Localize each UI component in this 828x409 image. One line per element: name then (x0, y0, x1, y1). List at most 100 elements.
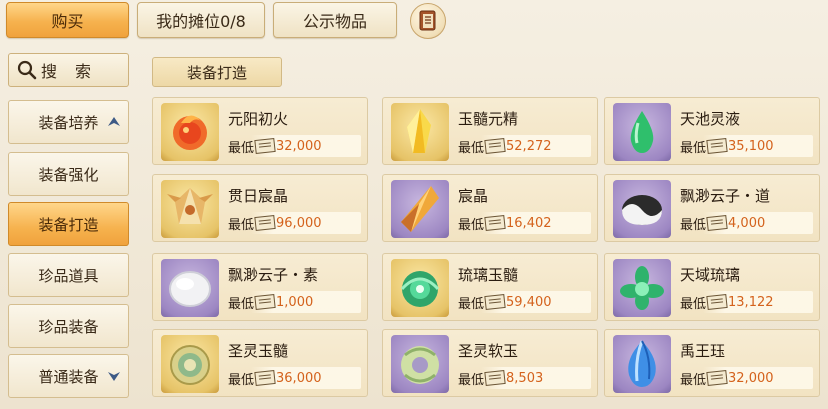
item-icon-frame[interactable] (161, 335, 219, 393)
price-row: 最低 13,122 (680, 292, 812, 312)
item-price: 32,000 (276, 138, 322, 154)
sidebar-category-item[interactable]: 普通装备 (8, 354, 129, 398)
fire-orb-icon (161, 103, 219, 161)
item-icon-frame[interactable] (161, 259, 219, 317)
ledger-icon (419, 10, 436, 31)
search-icon (17, 60, 37, 80)
chevron-up-icon[interactable] (106, 114, 122, 130)
item-icon-frame[interactable] (391, 335, 449, 393)
top-tab-bar: 购买 我的摊位0/8 公示物品 (0, 0, 828, 42)
silver-note-icon (484, 137, 506, 155)
item-icon-frame[interactable] (391, 103, 449, 161)
price-row: 最低 35,100 (680, 136, 812, 156)
item-name: 圣灵软玉 (458, 342, 519, 360)
section-title-tab[interactable]: 装备打造 (152, 57, 282, 87)
item-icon-frame[interactable] (391, 180, 449, 238)
silver-note-icon (484, 214, 506, 232)
price-row: 最低 96,000 (228, 213, 360, 233)
item-price: 35,100 (728, 138, 774, 154)
price-row: 最低 52,272 (458, 136, 590, 156)
item-price: 52,272 (506, 138, 552, 154)
item-card[interactable]: 飘渺云子・道 最低 4,000 (604, 174, 820, 242)
price-row: 最低 4,000 (680, 213, 812, 233)
silver-note-icon (254, 137, 276, 155)
item-name: 圣灵玉髓 (228, 342, 289, 360)
price-row: 最低 8,503 (458, 368, 590, 388)
item-card[interactable]: 禹王珏最低 32,000 (604, 329, 820, 397)
silver-note-icon (254, 214, 276, 232)
sidebar-category-item[interactable]: 装备打造 (8, 202, 129, 246)
item-name: 禹王珏 (680, 342, 726, 360)
price-prefix: 最低 (680, 372, 707, 388)
item-icon-frame[interactable] (161, 180, 219, 238)
price-prefix: 最低 (458, 296, 485, 312)
item-price: 59,400 (506, 294, 552, 310)
silver-note-icon (254, 293, 276, 311)
ledger-button[interactable] (410, 3, 446, 39)
sidebar-category-label: 普通装备 (38, 367, 99, 386)
green-droplet-icon (613, 103, 671, 161)
search-button[interactable]: 搜索 (8, 53, 129, 87)
silver-note-icon (706, 293, 728, 311)
jade-disc-icon (391, 335, 449, 393)
item-name: 贯日宸晶 (228, 187, 289, 205)
sidebar-category-item[interactable]: 珍品道具 (8, 253, 129, 297)
item-card[interactable]: 琉璃玉髓最低 59,400 (382, 253, 598, 321)
tab-buy[interactable]: 购买 (6, 2, 129, 38)
price-row: 最低 36,000 (228, 368, 360, 388)
yinyang-stone-icon (613, 180, 671, 238)
sidebar-category-item[interactable]: 珍品装备 (8, 304, 129, 348)
blue-gem-icon (613, 335, 671, 393)
item-card[interactable]: 贯日宸晶最低 96,000 (152, 174, 368, 242)
jade-ring-icon (161, 335, 219, 393)
sidebar-category-label: 珍品道具 (38, 266, 99, 285)
price-prefix: 最低 (680, 296, 707, 312)
price-row: 最低 16,402 (458, 213, 590, 233)
item-price: 16,402 (506, 215, 552, 231)
item-card[interactable]: 圣灵玉髓最低 36,000 (152, 329, 368, 397)
item-card[interactable]: 天域琉璃最低 13,122 (604, 253, 820, 321)
item-name: 飘渺云子・素 (228, 266, 319, 284)
white-stone-icon (161, 259, 219, 317)
item-price: 8,503 (506, 370, 544, 386)
price-row: 最低 32,000 (228, 136, 360, 156)
item-icon-frame[interactable] (613, 103, 671, 161)
item-icon-frame[interactable] (613, 259, 671, 317)
sidebar-category-label: 装备强化 (38, 165, 99, 184)
item-name: 琉璃玉髓 (458, 266, 519, 284)
jade-flower-icon (613, 259, 671, 317)
silver-note-icon (706, 214, 728, 232)
item-price: 32,000 (728, 370, 774, 386)
sidebar-category-label: 装备培养 (38, 113, 99, 132)
price-prefix: 最低 (458, 217, 485, 233)
item-price: 36,000 (276, 370, 322, 386)
price-prefix: 最低 (680, 140, 707, 156)
item-card[interactable]: 宸晶最低 16,402 (382, 174, 598, 242)
item-icon-frame[interactable] (613, 180, 671, 238)
sidebar-category-item[interactable]: 装备强化 (8, 152, 129, 196)
silver-note-icon (484, 293, 506, 311)
silver-note-icon (484, 369, 506, 387)
chevron-down-icon[interactable] (106, 368, 122, 384)
item-name: 宸晶 (458, 187, 489, 205)
tab-public-items[interactable]: 公示物品 (273, 2, 397, 38)
item-card[interactable]: 圣灵软玉最低 8,503 (382, 329, 598, 397)
item-card[interactable]: 天池灵液 最低 35,100 (604, 97, 820, 165)
price-row: 最低 1,000 (228, 292, 360, 312)
item-icon-frame[interactable] (161, 103, 219, 161)
item-icon-frame[interactable] (613, 335, 671, 393)
item-price: 1,000 (276, 294, 314, 310)
price-prefix: 最低 (458, 140, 485, 156)
price-prefix: 最低 (228, 372, 255, 388)
jade-lotus-icon (391, 259, 449, 317)
item-name: 天域琉璃 (680, 266, 741, 284)
item-name: 元阳初火 (228, 110, 289, 128)
tab-my-stall[interactable]: 我的摊位0/8 (137, 2, 265, 38)
item-card[interactable]: 元阳初火最低 32,000 (152, 97, 368, 165)
silver-note-icon (254, 369, 276, 387)
sidebar-category-item[interactable]: 装备培养 (8, 100, 129, 144)
item-card[interactable]: 飘渺云子・素最低 1,000 (152, 253, 368, 321)
sidebar-category-label: 装备打造 (38, 215, 99, 234)
item-icon-frame[interactable] (391, 259, 449, 317)
item-card[interactable]: 玉髓元精 最低 52,272 (382, 97, 598, 165)
